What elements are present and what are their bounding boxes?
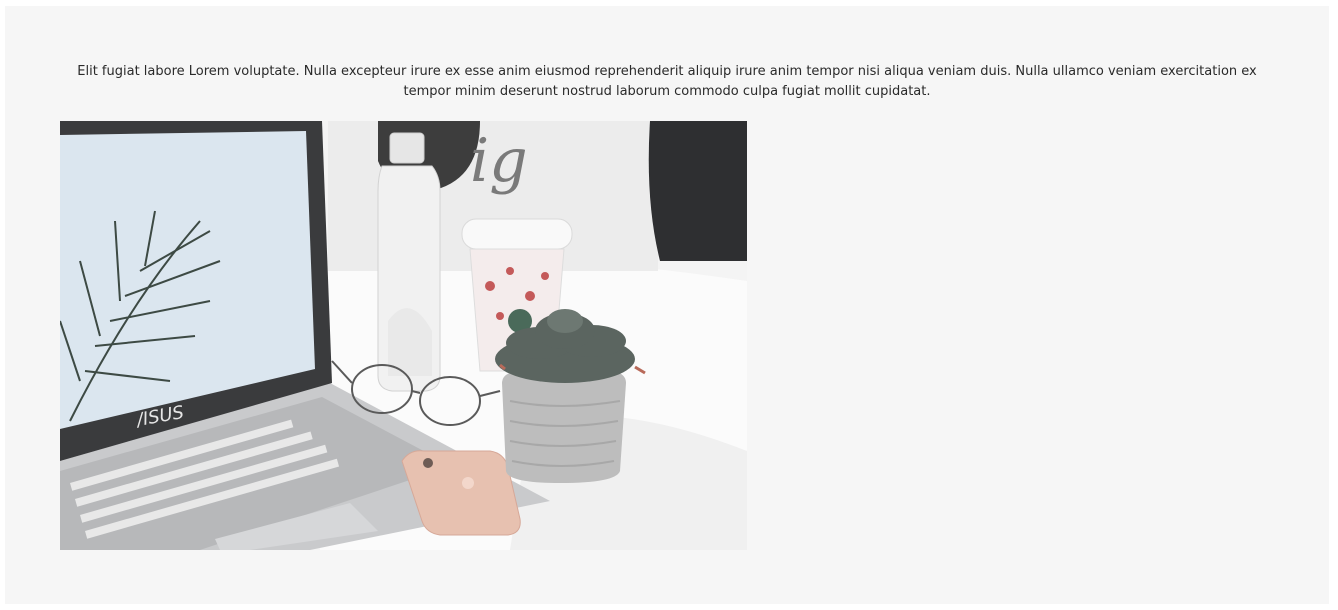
intro-paragraph: Elit fugiat labore Lorem voluptate. Null…: [77, 64, 1257, 99]
tote-lettering: ig: [470, 126, 528, 196]
dark-bag: [648, 121, 747, 261]
content-panel: Elit fugiat labore Lorem voluptate. Null…: [5, 6, 1329, 604]
hero-photo: ig /ISUS: [60, 121, 747, 550]
laptop-desk-photo: ig /ISUS: [60, 121, 747, 550]
glass-bottle: [377, 132, 441, 392]
